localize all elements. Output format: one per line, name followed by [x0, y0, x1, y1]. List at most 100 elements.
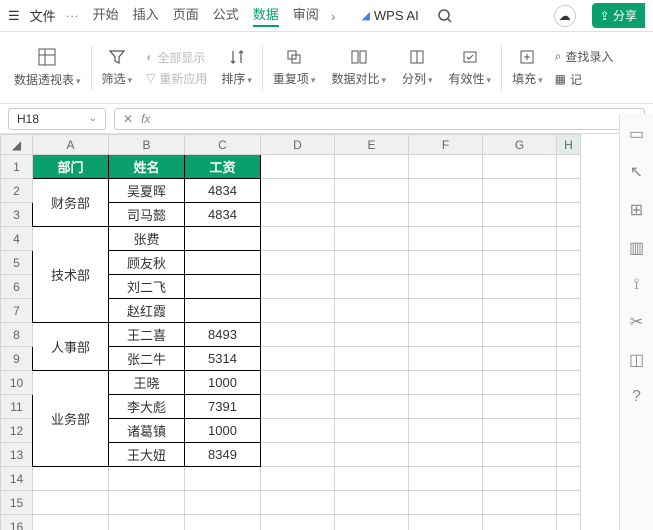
row-header[interactable]: 5	[1, 251, 33, 275]
reapply-button[interactable]: ▽重新应用	[146, 70, 207, 87]
cell[interactable]: 赵红霞	[109, 299, 185, 323]
compare-button[interactable]: 数据对比▾	[323, 32, 394, 103]
col-header-D[interactable]: D	[261, 135, 335, 155]
split-column-button[interactable]: 分列▾	[394, 32, 441, 103]
row-header[interactable]: 1	[1, 155, 33, 179]
tab-data[interactable]: 数据	[253, 4, 279, 27]
cell[interactable]: 司马懿	[109, 203, 185, 227]
cell[interactable]: 4834	[185, 203, 261, 227]
search-icon[interactable]	[437, 8, 453, 24]
name-box[interactable]: H18 ⌄	[8, 108, 106, 130]
cell[interactable]: 8493	[185, 323, 261, 347]
wps-ai-button[interactable]: ◢ WPS AI	[361, 8, 418, 23]
tabs-next-icon[interactable]: ›	[331, 8, 336, 24]
cell[interactable]: 姓名	[109, 155, 185, 179]
tab-review[interactable]: 审阅	[293, 4, 319, 27]
validity-label: 有效性▾	[449, 70, 492, 87]
spreadsheet-area[interactable]: ◢ A B C D E F G H 1 部门 姓名 工资 2 财务部 吴夏晖 4…	[0, 134, 619, 530]
record-button[interactable]: ▦记	[555, 71, 614, 88]
fx-icon[interactable]: fx	[141, 112, 150, 126]
cell[interactable]	[185, 227, 261, 251]
cell[interactable]: 吴夏晖	[109, 179, 185, 203]
cell[interactable]: 诸葛镇	[109, 419, 185, 443]
row-header[interactable]: 14	[1, 467, 33, 491]
col-header-E[interactable]: E	[335, 135, 409, 155]
rail-help-icon[interactable]: ?	[632, 388, 641, 406]
cell[interactable]: 王晓	[109, 371, 185, 395]
hamburger-icon[interactable]: ☰	[8, 8, 20, 24]
fill-button[interactable]: 填充▾	[504, 32, 551, 103]
sort-button[interactable]: 排序▾	[213, 32, 260, 103]
menu-tabs: 开始 插入 页面 公式 数据 审阅	[93, 4, 319, 27]
tab-page[interactable]: 页面	[173, 4, 199, 27]
share-button[interactable]: ⇪ 分享	[592, 3, 645, 28]
tab-start[interactable]: 开始	[93, 4, 119, 27]
rail-cursor-icon[interactable]: ↖	[630, 162, 643, 182]
col-header-B[interactable]: B	[109, 135, 185, 155]
row-header[interactable]: 13	[1, 443, 33, 467]
row-header[interactable]: 8	[1, 323, 33, 347]
col-header-H[interactable]: H	[557, 135, 581, 155]
cell[interactable]: 张费	[109, 227, 185, 251]
cell[interactable]: 刘二飞	[109, 275, 185, 299]
cell[interactable]: 8349	[185, 443, 261, 467]
file-menu[interactable]: 文件	[30, 6, 56, 25]
cell[interactable]: 顾友秋	[109, 251, 185, 275]
rail-settings-icon[interactable]: ⊞	[630, 200, 643, 220]
row-header[interactable]: 11	[1, 395, 33, 419]
cancel-formula-icon[interactable]: ✕	[123, 112, 133, 126]
cell[interactable]: 王二喜	[109, 323, 185, 347]
formula-input[interactable]: ✕ fx	[114, 108, 645, 130]
name-box-dropdown-icon[interactable]: ⌄	[89, 113, 97, 124]
row-header[interactable]: 6	[1, 275, 33, 299]
rail-select-icon[interactable]: ▭	[629, 124, 644, 144]
filter-button[interactable]: 筛选▾	[94, 32, 141, 103]
row-header[interactable]: 2	[1, 179, 33, 203]
share-label: 分享	[613, 9, 637, 23]
row-header[interactable]: 15	[1, 491, 33, 515]
show-all-button[interactable]: ◐全部显示	[146, 49, 207, 66]
cell[interactable]: 4834	[185, 179, 261, 203]
row-header[interactable]: 16	[1, 515, 33, 530]
row-header[interactable]: 3	[1, 203, 33, 227]
rail-layers-icon[interactable]: ◫	[629, 350, 644, 370]
col-header-G[interactable]: G	[483, 135, 557, 155]
row-header[interactable]: 12	[1, 419, 33, 443]
fill-icon	[518, 48, 536, 66]
cell[interactable]: 王大妞	[109, 443, 185, 467]
cloud-icon[interactable]: ☁	[554, 5, 576, 27]
cell[interactable]	[185, 275, 261, 299]
row-header[interactable]: 4	[1, 227, 33, 251]
row-header[interactable]: 9	[1, 347, 33, 371]
duplicates-button[interactable]: 重复项▾	[265, 32, 324, 103]
tab-formula[interactable]: 公式	[213, 4, 239, 27]
cell[interactable]: 5314	[185, 347, 261, 371]
cell[interactable]: 技术部	[33, 227, 109, 323]
pivot-table-button[interactable]: 数据透视表▾	[6, 32, 89, 103]
col-header-F[interactable]: F	[409, 135, 483, 155]
cell[interactable]	[185, 299, 261, 323]
find-record-button[interactable]: ⌕查找录入	[555, 48, 614, 65]
rail-camera-icon[interactable]: ⟟	[634, 276, 640, 294]
validity-button[interactable]: 有效性▾	[441, 32, 500, 103]
tab-insert[interactable]: 插入	[133, 4, 159, 27]
cell[interactable]: 1000	[185, 371, 261, 395]
col-header-A[interactable]: A	[33, 135, 109, 155]
cell[interactable]: 1000	[185, 419, 261, 443]
cell[interactable]: 7391	[185, 395, 261, 419]
cell[interactable]: 工资	[185, 155, 261, 179]
rail-tools-icon[interactable]: ✂	[630, 312, 643, 332]
row-header[interactable]: 10	[1, 371, 33, 395]
row-header[interactable]: 7	[1, 299, 33, 323]
more-icon[interactable]: ···	[66, 8, 79, 23]
cell[interactable]: 人事部	[33, 323, 109, 371]
cell[interactable]: 部门	[33, 155, 109, 179]
select-all-corner[interactable]: ◢	[1, 135, 33, 155]
cell[interactable]: 张二牛	[109, 347, 185, 371]
rail-chart-icon[interactable]: ▥	[629, 238, 644, 258]
cell[interactable]: 李大彪	[109, 395, 185, 419]
col-header-C[interactable]: C	[185, 135, 261, 155]
cell[interactable]	[185, 251, 261, 275]
cell[interactable]: 财务部	[33, 179, 109, 227]
cell[interactable]: 业务部	[33, 371, 109, 467]
